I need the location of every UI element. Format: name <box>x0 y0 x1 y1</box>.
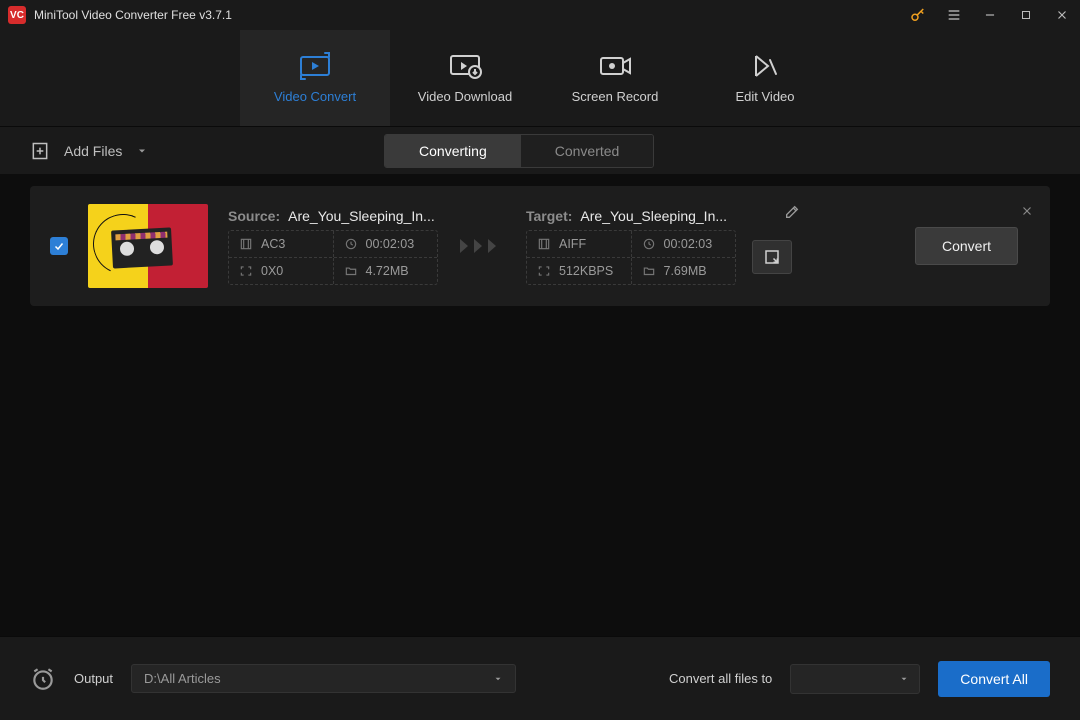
size-icon <box>344 264 358 278</box>
file-thumbnail <box>88 204 208 288</box>
main-tabs: Video Convert Video Download Screen Reco… <box>0 30 1080 126</box>
tab-screen-record[interactable]: Screen Record <box>540 30 690 126</box>
target-bitrate: 512KBPS <box>559 264 613 278</box>
chevron-down-icon <box>493 674 503 684</box>
footer: Output D:\All Articles Convert all files… <box>0 636 1080 720</box>
remove-file-button[interactable] <box>1020 204 1034 218</box>
maximize-button[interactable] <box>1016 5 1036 25</box>
file-checkbox[interactable] <box>50 237 68 255</box>
add-file-icon <box>30 141 50 161</box>
clock-icon <box>344 237 358 251</box>
chevron-down-icon <box>899 674 909 684</box>
source-codec: AC3 <box>261 237 285 251</box>
close-button[interactable] <box>1052 5 1072 25</box>
arrow-separator-icon <box>458 235 506 257</box>
schedule-icon[interactable] <box>30 666 56 692</box>
source-filename: Are_You_Sleeping_In... <box>288 208 435 224</box>
convert-icon <box>297 53 333 79</box>
edit-icon <box>747 53 783 79</box>
add-files-label: Add Files <box>64 143 122 159</box>
add-files-button[interactable]: Add Files <box>30 141 148 161</box>
source-resolution: 0X0 <box>261 264 283 278</box>
record-icon <box>597 53 633 79</box>
download-icon <box>447 53 483 79</box>
toolbar: Add Files Converting Converted <box>0 126 1080 174</box>
source-duration: 00:02:03 <box>366 237 415 251</box>
source-info: Source: Are_You_Sleeping_In... AC3 00:02… <box>228 208 438 285</box>
app-logo: VC <box>8 6 26 24</box>
upgrade-key-icon[interactable] <box>908 5 928 25</box>
file-row: Source: Are_You_Sleeping_In... AC3 00:02… <box>30 186 1050 306</box>
target-format-button[interactable] <box>752 240 792 274</box>
app-title: MiniTool Video Converter Free v3.7.1 <box>34 8 908 22</box>
tab-converting[interactable]: Converting <box>385 135 521 167</box>
codec-icon <box>537 237 551 251</box>
target-codec: AIFF <box>559 237 586 251</box>
tab-label: Screen Record <box>572 89 659 104</box>
output-path-value: D:\All Articles <box>144 671 221 686</box>
resolution-icon <box>239 264 253 278</box>
target-filename: Are_You_Sleeping_In... <box>580 208 727 224</box>
tab-label: Edit Video <box>735 89 794 104</box>
size-icon <box>642 264 656 278</box>
file-list: Source: Are_You_Sleeping_In... AC3 00:02… <box>0 174 1080 636</box>
output-path-select[interactable]: D:\All Articles <box>131 664 516 693</box>
source-size: 4.72MB <box>366 264 409 278</box>
status-tabs: Converting Converted <box>384 134 654 168</box>
tab-label: Video Download <box>418 89 512 104</box>
edit-target-button[interactable] <box>784 204 800 220</box>
convert-to-label: Convert all files to <box>669 671 772 686</box>
clock-icon <box>642 237 656 251</box>
menu-icon[interactable] <box>944 5 964 25</box>
output-label: Output <box>74 671 113 686</box>
convert-button[interactable]: Convert <box>915 227 1018 265</box>
minimize-button[interactable] <box>980 5 1000 25</box>
target-info: Target: Are_You_Sleeping_In... AIFF 00:0… <box>526 208 792 285</box>
chevron-down-icon <box>136 145 148 157</box>
tab-label: Video Convert <box>274 89 356 104</box>
codec-icon <box>239 237 253 251</box>
tab-video-convert[interactable]: Video Convert <box>240 30 390 126</box>
source-label: Source: <box>228 208 280 224</box>
target-label: Target: <box>526 208 572 224</box>
tab-video-download[interactable]: Video Download <box>390 30 540 126</box>
convert-to-select[interactable] <box>790 664 920 694</box>
tab-converted[interactable]: Converted <box>521 135 654 167</box>
convert-all-button[interactable]: Convert All <box>938 661 1050 697</box>
target-duration: 00:02:03 <box>664 237 713 251</box>
tab-edit-video[interactable]: Edit Video <box>690 30 840 126</box>
bitrate-icon <box>537 264 551 278</box>
titlebar: VC MiniTool Video Converter Free v3.7.1 <box>0 0 1080 30</box>
target-size: 7.69MB <box>664 264 707 278</box>
